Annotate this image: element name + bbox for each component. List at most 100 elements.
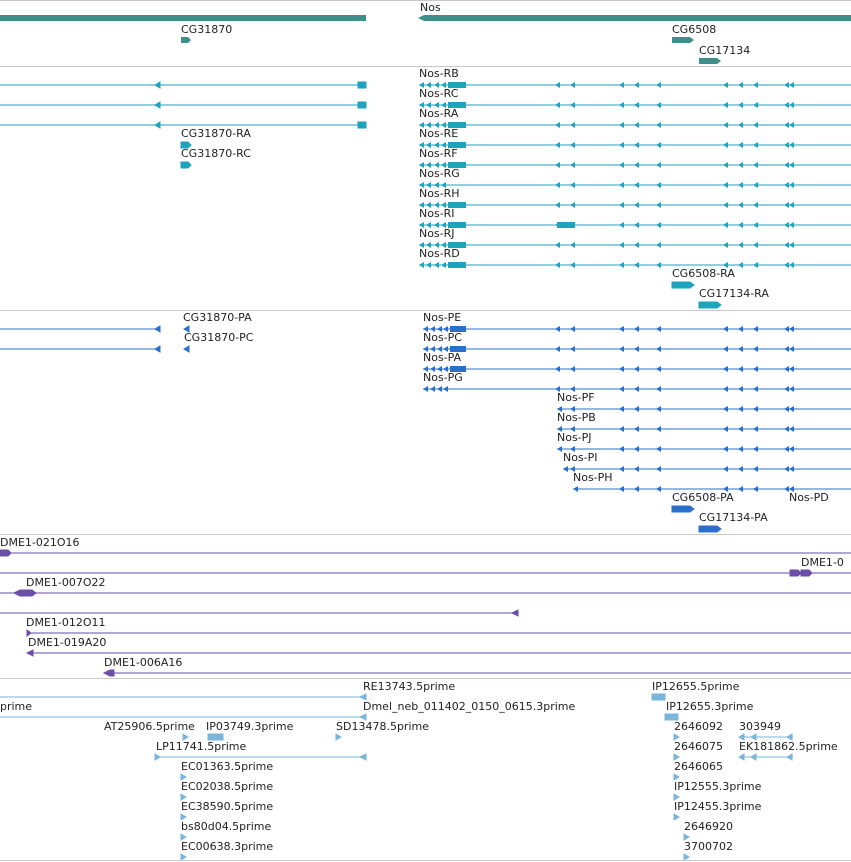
est-label[interactable]: 2646065	[674, 761, 723, 773]
gene-feature-cg17134[interactable]	[699, 58, 721, 64]
est-label[interactable]: EK181862.5prime	[739, 741, 838, 753]
cdna-label[interactable]: DME1-006A16	[104, 657, 182, 669]
transcript-label[interactable]: Nos-RH	[419, 188, 460, 200]
transcript-label[interactable]: CG31870-RC	[181, 148, 251, 160]
protein-label[interactable]: Nos-PH	[573, 472, 613, 484]
est-label[interactable]: 303949	[739, 721, 781, 733]
protein-label[interactable]: Nos-PA	[423, 352, 461, 364]
transcript-label[interactable]: Nos-RC	[419, 88, 458, 100]
transcript-label[interactable]: Nos-RE	[419, 128, 458, 140]
nos-transcript-row[interactable]	[419, 242, 851, 248]
cdna-line[interactable]	[0, 569, 851, 577]
cdna-label[interactable]: DME1-012O11	[26, 617, 106, 629]
nos-transcript-row[interactable]	[419, 222, 851, 228]
nos-transcript-row[interactable]	[419, 82, 851, 88]
nos-transcript-row[interactable]	[419, 142, 851, 148]
nos-protein-row[interactable]	[557, 446, 851, 452]
gene-feature-cg6508[interactable]	[672, 37, 694, 43]
est-label[interactable]: IP12455.3prime	[674, 801, 761, 813]
protein-line[interactable]	[0, 325, 190, 333]
nos-protein-row[interactable]	[423, 346, 851, 352]
protein-label[interactable]: Nos-PD	[789, 492, 829, 504]
est-label[interactable]: EC02038.5prime	[181, 781, 273, 793]
protein-label[interactable]: CG17134-PA	[699, 512, 768, 524]
cdna-label[interactable]: DME1-019A20	[28, 637, 106, 649]
transcript-feature-cg31870-rc[interactable]	[180, 161, 192, 169]
est-label[interactable]: AT25906.5prime	[104, 721, 195, 733]
est-label[interactable]: prime	[0, 701, 32, 713]
protein-label[interactable]: Nos-PE	[423, 312, 461, 324]
protein-label[interactable]: Nos-PF	[557, 392, 595, 404]
est-label[interactable]: IP12555.3prime	[674, 781, 761, 793]
nos-transcript-row[interactable]	[419, 262, 851, 268]
nos-transcript-row[interactable]	[419, 122, 851, 128]
transcript-label[interactable]: Nos-RJ	[419, 228, 455, 240]
protein-label[interactable]: Nos-PJ	[557, 432, 592, 444]
cdna-label[interactable]: DME1-0	[801, 557, 844, 569]
transcript-feature-cg6508-ra[interactable]	[671, 281, 695, 289]
cdna-line[interactable]	[0, 549, 851, 557]
est-label[interactable]: 2646920	[684, 821, 733, 833]
est-label[interactable]: bs80d04.5prime	[181, 821, 271, 833]
transcript-label[interactable]: CG6508-RA	[672, 268, 735, 280]
est-label[interactable]: EC38590.5prime	[181, 801, 273, 813]
protein-label[interactable]: Nos-PC	[423, 332, 462, 344]
nos-protein-row[interactable]	[423, 326, 851, 332]
est-label[interactable]: EC01363.5prime	[181, 761, 273, 773]
est-label[interactable]: IP12655.5prime	[652, 681, 739, 693]
protein-label[interactable]: CG31870-PC	[184, 332, 253, 344]
nos-transcript-row[interactable]	[419, 182, 851, 188]
nos-transcript-row[interactable]	[419, 162, 851, 168]
nos-protein-row[interactable]	[557, 426, 851, 432]
est-label[interactable]: 3700702	[684, 841, 733, 853]
gene-label[interactable]: CG6508	[672, 24, 716, 36]
protein-feature-cg6508-pa[interactable]	[671, 505, 695, 513]
nos-protein-row[interactable]	[423, 386, 851, 392]
cdna-line[interactable]	[102, 669, 851, 677]
protein-label[interactable]: CG31870-PA	[183, 312, 252, 324]
transcript-label[interactable]: Nos-RA	[419, 108, 458, 120]
gene-label[interactable]: CG17134	[699, 45, 750, 57]
est-label[interactable]: EC00638.3prime	[181, 841, 273, 853]
gene-feature-nos[interactable]	[418, 15, 851, 21]
gene-feature-cg31870[interactable]	[181, 37, 191, 43]
transcript-feature-cg17134-ra[interactable]	[698, 301, 722, 309]
est-label[interactable]: IP03749.3prime	[206, 721, 293, 733]
transcript-line[interactable]	[0, 101, 367, 109]
est-line[interactable]	[738, 753, 793, 761]
protein-label[interactable]: Nos-PI	[563, 452, 598, 464]
cdna-line[interactable]	[0, 589, 851, 597]
protein-feature-cg17134-pa[interactable]	[698, 525, 722, 533]
est-arrow[interactable]	[335, 733, 342, 741]
est-label[interactable]: IP12655.3prime	[666, 701, 753, 713]
cdna-line[interactable]	[26, 629, 851, 637]
transcript-label[interactable]: CG17134-RA	[699, 288, 769, 300]
transcript-label[interactable]: Nos-RG	[419, 168, 460, 180]
nos-protein-row[interactable]	[423, 366, 851, 372]
protein-label[interactable]: CG6508-PA	[672, 492, 734, 504]
nos-protein-row[interactable]	[557, 406, 851, 412]
transcript-label[interactable]: CG31870-RA	[181, 128, 251, 140]
transcript-label[interactable]: Nos-RB	[419, 68, 459, 80]
est-label[interactable]: 2646075	[674, 741, 723, 753]
est-label[interactable]: RE13743.5prime	[363, 681, 455, 693]
protein-label[interactable]: Nos-PB	[557, 412, 596, 424]
transcript-label[interactable]: Nos-RI	[419, 208, 455, 220]
transcript-label[interactable]: Nos-RF	[419, 148, 458, 160]
est-label[interactable]: Dmel_neb_011402_0150_0615.3prime	[363, 701, 575, 713]
est-label[interactable]: 2646092	[674, 721, 723, 733]
transcript-label[interactable]: Nos-RD	[419, 248, 460, 260]
gene-label[interactable]: Nos	[420, 2, 441, 14]
est-label[interactable]: LP11741.5prime	[156, 741, 246, 753]
cdna-label[interactable]: DME1-021O16	[0, 537, 80, 549]
gene-feature-cg31870-span[interactable]	[0, 15, 366, 21]
est-arrow[interactable]	[673, 813, 680, 821]
protein-label[interactable]: Nos-PG	[423, 372, 463, 384]
protein-line[interactable]	[0, 345, 190, 353]
est-line[interactable]	[0, 693, 367, 701]
nos-transcript-row[interactable]	[419, 202, 851, 208]
est-label[interactable]: SD13478.5prime	[336, 721, 429, 733]
nos-transcript-row[interactable]	[419, 102, 851, 108]
cdna-label[interactable]: DME1-007O22	[26, 577, 106, 589]
gene-label[interactable]: CG31870	[181, 24, 232, 36]
